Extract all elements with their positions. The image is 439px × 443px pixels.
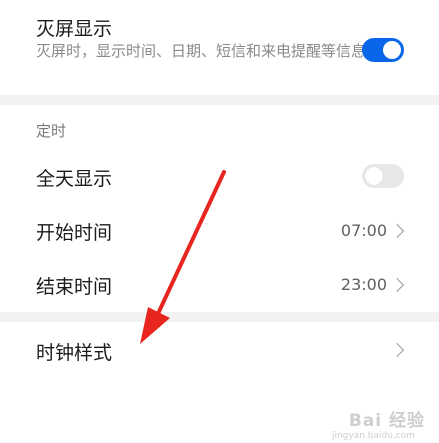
aod-description: 灭屏时，显示时间、日期、短信和来电提醒等信息	[36, 42, 367, 60]
all-day-row[interactable]: 全天显示	[0, 150, 439, 202]
clock-style-label: 时钟样式	[36, 342, 113, 364]
end-time-row[interactable]: 结束时间 23:00	[0, 258, 439, 310]
toggle-knob	[365, 167, 383, 185]
chevron-right-icon	[389, 223, 405, 239]
all-day-toggle[interactable]	[362, 164, 404, 188]
toggle-knob	[383, 41, 401, 59]
start-time-value: 07:00	[340, 221, 387, 240]
baidu-watermark-url: jingyan.baidu.com	[331, 431, 415, 441]
settings-page: 灭屏显示 灭屏时，显示时间、日期、短信和来电提醒等信息 定时 全天显示 开始时间…	[0, 0, 439, 443]
timer-section-title: 定时	[36, 122, 67, 140]
end-time-value: 23:00	[340, 275, 387, 294]
chevron-right-icon	[389, 342, 405, 358]
all-day-label: 全天显示	[36, 168, 113, 190]
aod-row[interactable]: 灭屏显示 灭屏时，显示时间、日期、短信和来电提醒等信息	[0, 0, 439, 94]
clock-style-row[interactable]: 时钟样式	[0, 324, 439, 376]
section-divider	[0, 95, 439, 105]
baidu-watermark: Bai 经验	[348, 411, 425, 431]
aod-title: 灭屏显示	[36, 18, 113, 40]
chevron-right-icon	[389, 277, 405, 293]
section-divider	[0, 312, 439, 322]
start-time-label: 开始时间	[36, 222, 113, 244]
start-time-row[interactable]: 开始时间 07:00	[0, 204, 439, 256]
aod-toggle[interactable]	[362, 38, 404, 62]
end-time-label: 结束时间	[36, 276, 113, 298]
